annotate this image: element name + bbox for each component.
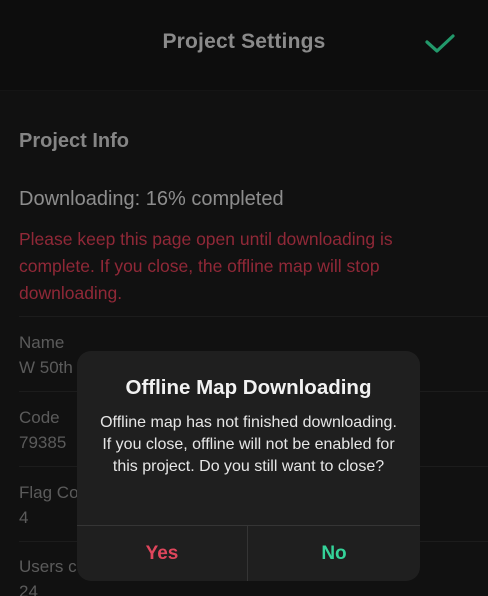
- project-settings-screen: Project Settings Project Info Downloadin…: [0, 0, 488, 596]
- alert-message: Offline map has not finished downloading…: [100, 414, 397, 475]
- alert-title: Offline Map Downloading: [125, 376, 372, 399]
- no-button[interactable]: No: [248, 526, 420, 581]
- offline-download-alert: Offline Map Downloading Offline map has …: [77, 351, 420, 581]
- yes-button[interactable]: Yes: [77, 526, 247, 581]
